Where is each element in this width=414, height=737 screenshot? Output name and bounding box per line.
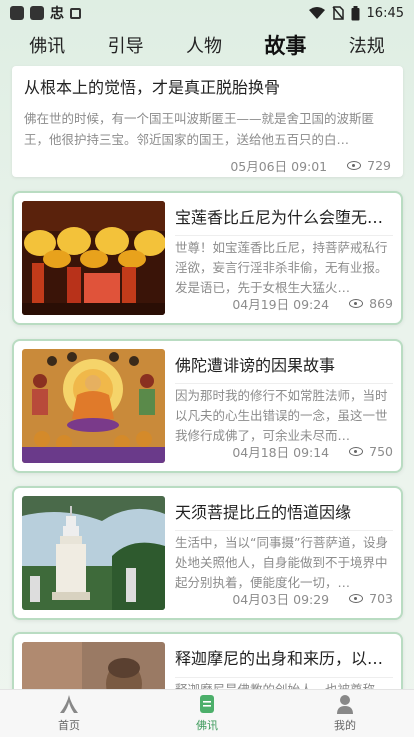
nav-home-label: 首页	[58, 719, 80, 732]
no-sim-icon	[331, 6, 344, 20]
article-thumbnail	[22, 201, 165, 315]
article-title: 从根本上的觉悟，才是真正脱胎换骨	[24, 78, 281, 97]
wifi-icon	[308, 6, 325, 19]
nav-news[interactable]: 佛讯	[167, 694, 247, 733]
view-count: 703	[369, 591, 393, 606]
article-title: 天须菩提比丘的悟道因缘	[175, 503, 352, 522]
app-glyph-icon: 忠	[50, 6, 64, 22]
article-date: 04月19日 09:24	[232, 297, 330, 312]
status-bar: 忠 16:45	[0, 0, 414, 26]
tab-stories[interactable]: 故事	[264, 30, 306, 60]
status-icons-right: 16:45	[308, 5, 404, 21]
eye-icon	[349, 447, 364, 456]
category-tabs: 佛讯 引导 人物 故事 法规	[0, 30, 414, 60]
article-card[interactable]: 从根本上的觉悟，才是真正脱胎换骨 佛在世的时候，有一个国王叫波斯匿王——就是舍卫…	[12, 66, 403, 177]
news-icon	[199, 694, 215, 714]
article-card[interactable]: 天须菩提比丘的悟道因缘 生活中，当以“同事摄”行菩萨道，设身处地关照他人，自身能…	[12, 486, 403, 620]
app-notification-icon	[10, 6, 24, 20]
article-title: 释迦摩尼的出身和来历，以及成佛的故事	[175, 649, 393, 668]
article-title: 佛陀遭诽谤的因果故事	[175, 356, 336, 375]
article-meta: 04月18日 09:14 750	[175, 442, 393, 463]
nav-home[interactable]: 首页	[29, 694, 109, 733]
tab-rules[interactable]: 法规	[349, 32, 385, 58]
home-icon	[58, 694, 80, 714]
lotus-lanterns-image	[22, 201, 165, 315]
article-card[interactable]: 佛陀遭诽谤的因果故事 因为那时我的修行不如常胜法师，当时以凡夫的心生出错误的一念…	[12, 339, 403, 473]
article-date: 04月18日 09:14	[232, 445, 330, 460]
article-excerpt: 佛在世的时候，有一个国王叫波斯匿王——就是舍卫国的波斯匿王，他很护持三宝。邻近国…	[24, 111, 375, 147]
tab-guide[interactable]: 引导	[108, 32, 144, 58]
tab-people[interactable]: 人物	[186, 32, 222, 58]
battery-icon	[351, 5, 360, 20]
article-excerpt: 世尊！如宝莲香比丘尼，持菩萨戒私行淫欲，妄言行淫非杀非偷，无有业报。发是语已，先…	[175, 235, 393, 294]
view-count: 869	[369, 296, 393, 311]
bottom-nav: 首页 佛讯 我的	[0, 689, 414, 737]
article-card[interactable]: 宝莲香比丘尼为什么会堕无间地狱 世尊！如宝莲香比丘尼，持菩萨戒私行淫欲，妄言行淫…	[12, 191, 403, 325]
view-count: 750	[369, 444, 393, 459]
clock: 16:45	[366, 5, 404, 21]
tab-news[interactable]: 佛讯	[29, 32, 65, 58]
view-count: 729	[367, 158, 391, 173]
eye-icon	[347, 161, 362, 170]
article-title: 宝莲香比丘尼为什么会堕无间地狱	[175, 208, 393, 227]
article-excerpt: 因为那时我的修行不如常胜法师，当时以凡夫的心生出错误的一念，虽这一世我修行成佛了…	[175, 383, 393, 442]
app-notification-icon-2	[30, 6, 44, 20]
status-icons-left: 忠	[10, 3, 81, 23]
person-icon	[336, 694, 354, 714]
nav-mine-label: 我的	[334, 719, 356, 732]
article-thumbnail	[22, 496, 165, 610]
article-date: 04月03日 09:29	[232, 592, 330, 607]
article-date: 05月06日 09:01	[230, 159, 328, 174]
eye-icon	[349, 299, 364, 308]
article-thumbnail	[22, 349, 165, 463]
article-meta: 04月03日 09:29 703	[175, 589, 393, 610]
article-excerpt: 生活中，当以“同事摄”行菩萨道，设身处地关照他人，自身能做到不于境界中起分别执着…	[175, 530, 393, 589]
nav-news-label: 佛讯	[196, 719, 218, 732]
buddha-painting-image	[22, 349, 165, 463]
article-meta: 05月06日 09:01 729	[24, 156, 391, 175]
article-meta: 04月19日 09:24 869	[175, 294, 393, 315]
pagoda-image	[22, 496, 165, 610]
eye-icon	[349, 594, 364, 603]
a-badge-icon	[70, 7, 81, 19]
nav-mine[interactable]: 我的	[305, 694, 385, 733]
